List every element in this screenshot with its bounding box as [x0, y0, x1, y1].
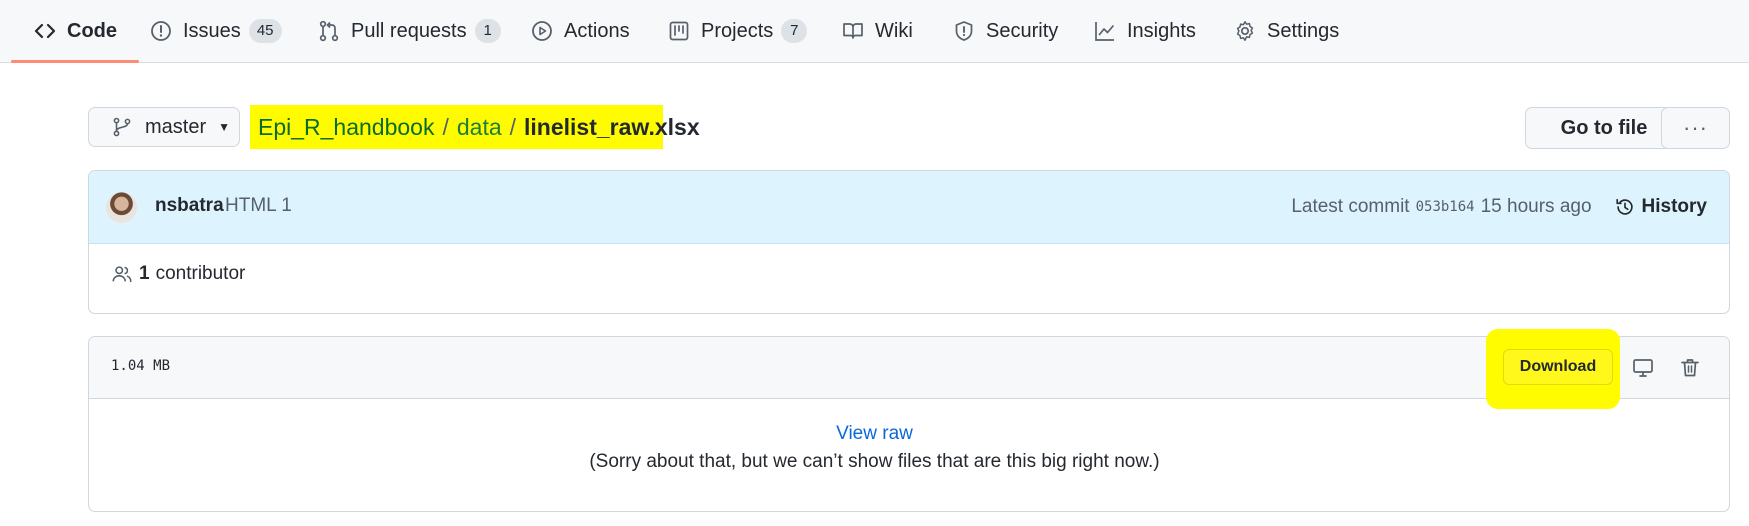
latest-commit-label: Latest commit — [1291, 196, 1410, 217]
history-icon — [1614, 196, 1636, 218]
breadcrumb-repo-link[interactable]: Epi_R_handbook — [258, 114, 434, 141]
pull-requests-count-badge: 1 — [474, 19, 501, 43]
tab-security[interactable]: Security — [952, 0, 1058, 62]
pull-request-icon — [317, 19, 341, 43]
commit-header: nsbatra HTML 1 Latest commit 053b164 15 … — [89, 171, 1729, 244]
tab-pull-requests[interactable]: Pull requests 1 — [317, 0, 501, 62]
latest-commit-box: nsbatra HTML 1 Latest commit 053b164 15 … — [88, 170, 1730, 314]
breadcrumb-separator: / — [509, 113, 517, 140]
tab-settings-label: Settings — [1267, 19, 1340, 42]
commit-meta: Latest commit 053b164 15 hours ago Histo… — [1291, 191, 1707, 223]
go-to-file-button[interactable]: Go to file — [1525, 107, 1683, 149]
file-header: 1.04 MB — [89, 337, 1729, 399]
desktop-icon — [1631, 356, 1655, 380]
file-too-big-message: (Sorry about that, but we can’t show fil… — [589, 451, 1160, 472]
projects-count-badge: 7 — [781, 19, 808, 43]
history-label: History — [1641, 196, 1707, 217]
tab-issues[interactable]: Issues 45 — [149, 0, 282, 62]
delete-file-button[interactable] — [1675, 353, 1705, 383]
file-size: 1.04 MB — [111, 358, 171, 374]
tab-issues-label: Issues — [183, 19, 241, 42]
tab-insights-label: Insights — [1127, 19, 1196, 42]
tab-settings[interactable]: Settings — [1233, 0, 1339, 62]
play-icon — [530, 19, 554, 43]
contributors-label: contributor — [155, 263, 246, 284]
commit-sha-link[interactable]: 053b164 — [1416, 199, 1475, 215]
open-desktop-button[interactable] — [1628, 353, 1658, 383]
repo-nav: Code Issues 45 Pull requests 1 Actions P… — [0, 0, 1749, 63]
commit-author-link[interactable]: nsbatra — [155, 195, 224, 217]
tab-projects-label: Projects — [701, 19, 774, 42]
git-branch-icon — [111, 116, 133, 138]
branch-name: master — [145, 115, 207, 138]
breadcrumb-file-name: linelist_raw.xlsx — [524, 113, 700, 140]
book-icon — [841, 19, 865, 43]
view-raw-row: View raw — [0, 423, 1749, 445]
tab-wiki[interactable]: Wiki — [841, 0, 913, 62]
tab-projects[interactable]: Projects 7 — [667, 0, 808, 62]
commit-message-link[interactable]: HTML 1 — [225, 195, 292, 217]
history-link[interactable]: History — [1614, 196, 1707, 218]
tab-actions-label: Actions — [564, 19, 630, 42]
shield-icon — [952, 19, 976, 43]
view-raw-link[interactable]: View raw — [836, 423, 913, 444]
contributors-count: 1 — [139, 263, 150, 284]
more-options-button[interactable]: ··· — [1661, 107, 1730, 149]
breadcrumb-separator: / — [442, 113, 449, 140]
tab-code-label: Code — [67, 19, 117, 42]
tab-security-label: Security — [986, 19, 1059, 42]
tab-wiki-label: Wiki — [875, 19, 913, 42]
gear-icon — [1233, 19, 1257, 43]
issue-icon — [149, 19, 173, 43]
tab-insights[interactable]: Insights — [1093, 0, 1196, 62]
tab-actions[interactable]: Actions — [530, 0, 630, 62]
people-icon — [111, 263, 133, 285]
trash-icon — [1678, 356, 1702, 380]
contributors-row[interactable]: 1 contributor — [111, 263, 245, 285]
project-icon — [667, 19, 691, 43]
code-icon — [33, 19, 57, 43]
tab-code[interactable]: Code — [11, 0, 139, 63]
breadcrumb-folder-link[interactable]: data — [457, 114, 502, 141]
commit-time: 15 hours ago — [1480, 196, 1592, 217]
graph-icon — [1093, 19, 1117, 43]
avatar[interactable] — [106, 192, 137, 223]
branch-select-button[interactable]: master ▼ — [88, 107, 240, 147]
download-button[interactable]: Download — [1503, 349, 1613, 385]
tab-pull-requests-label: Pull requests — [351, 19, 467, 42]
chevron-down-icon: ▼ — [218, 120, 231, 134]
issues-count-badge: 45 — [248, 19, 282, 43]
kebab-horizontal-icon: ··· — [1683, 115, 1708, 140]
breadcrumb: Epi_R_handbook / data / linelist_raw.xls… — [250, 105, 700, 149]
